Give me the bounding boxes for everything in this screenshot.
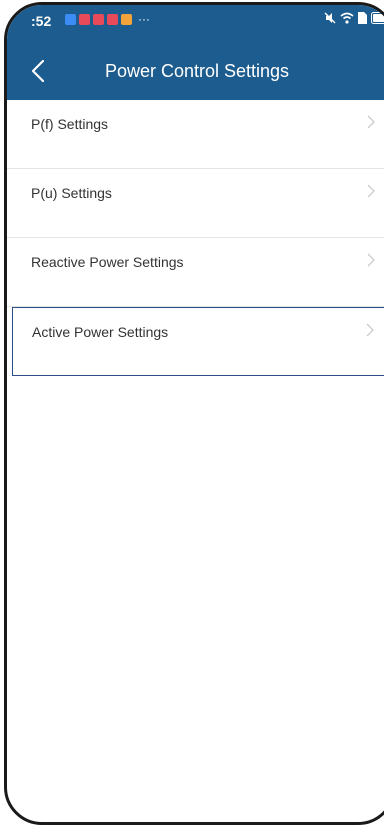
settings-list: P(f) Settings P(u) Settings Reactive Pow… (7, 100, 384, 376)
chevron-right-icon (367, 253, 375, 267)
list-item-pu-settings[interactable]: P(u) Settings (7, 169, 384, 238)
status-time: :52 (31, 13, 52, 29)
battery-icon (371, 12, 384, 24)
phone-frame: :52 ··· Power Control Settings P(f) Sett… (4, 2, 384, 825)
page-title: Power Control Settings (104, 61, 290, 81)
notification-app-icon (93, 14, 104, 25)
notification-app-icon (79, 14, 90, 25)
system-status-icons (320, 12, 384, 24)
notification-icons: ··· (65, 12, 150, 26)
list-item-reactive-power-settings[interactable]: Reactive Power Settings (7, 238, 384, 307)
sim-icon (358, 12, 367, 24)
mute-icon (324, 12, 336, 24)
list-item-label: Active Power Settings (32, 324, 169, 340)
list-item-label: Reactive Power Settings (31, 254, 184, 270)
wifi-icon (340, 12, 354, 24)
notification-app-icon (65, 14, 76, 25)
toolbar: Power Control Settings (7, 43, 384, 100)
list-item-pf-settings[interactable]: P(f) Settings (7, 100, 384, 169)
list-item-label: P(f) Settings (31, 116, 109, 132)
list-item-label: P(u) Settings (31, 185, 112, 201)
chevron-right-icon (366, 323, 374, 337)
notification-app-icon (121, 14, 132, 25)
notification-app-icon (107, 14, 118, 25)
chevron-right-icon (367, 115, 375, 129)
status-bar: :52 ··· (7, 5, 384, 43)
list-item-active-power-settings[interactable]: Active Power Settings (12, 307, 384, 376)
app-header: :52 ··· Power Control Settings (7, 5, 384, 100)
chevron-right-icon (367, 184, 375, 198)
more-notifications-icon: ··· (138, 12, 150, 26)
